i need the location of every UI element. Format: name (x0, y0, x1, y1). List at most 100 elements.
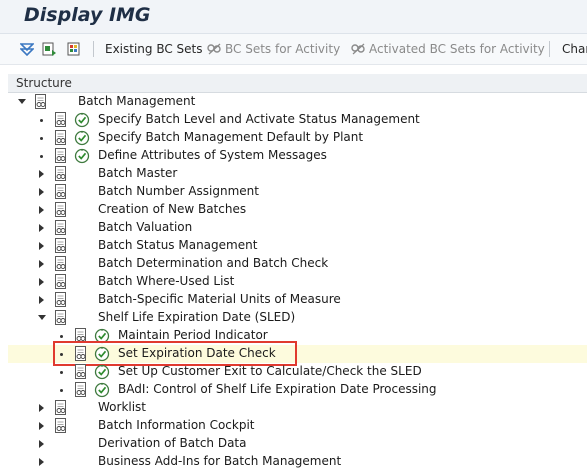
tree-activity[interactable]: Specify Batch Level and Activate Status … (8, 111, 587, 129)
tree-activity[interactable]: BAdI: Control of Shelf Life Expiration D… (8, 381, 587, 399)
expand-arrow-icon[interactable] (39, 404, 44, 412)
activated-bc-sets-button[interactable]: Activated BC Sets for Activity (350, 34, 545, 64)
documentation-icon[interactable] (74, 382, 87, 398)
tree-node-business-add-ins[interactable]: Business Add-Ins for Batch Management (8, 453, 587, 471)
expand-arrow-icon[interactable] (39, 224, 44, 232)
documentation-icon[interactable] (54, 256, 67, 272)
structure-tree: Batch Management Specify Batch Level and… (8, 93, 587, 471)
tree-node-batch-management[interactable]: Batch Management (8, 93, 587, 111)
application-toolbar: Existing BC Sets BC Sets for Activity Ac… (0, 34, 587, 65)
documentation-icon[interactable] (54, 400, 67, 416)
documentation-icon[interactable] (54, 166, 67, 182)
tree-node-label: Creation of New Batches (98, 202, 247, 216)
tree-node-label: Derivation of Batch Data (98, 436, 247, 450)
documentation-icon[interactable] (54, 310, 67, 326)
tree-node-label: Batch Determination and Batch Check (98, 256, 329, 270)
documentation-icon[interactable] (54, 292, 67, 308)
tree-node-label: Batch Information Cockpit (98, 418, 255, 432)
expand-arrow-icon[interactable] (18, 99, 26, 104)
tree-node-sled[interactable]: Shelf Life Expiration Date (SLED) (8, 309, 587, 327)
bullet-icon (60, 335, 63, 338)
clock-execute-icon[interactable] (74, 130, 90, 146)
tree-node-batch-information-cockpit[interactable]: Batch Information Cockpit (8, 417, 587, 435)
activated-bc-sets-label: Activated BC Sets for Activity (369, 42, 545, 56)
tree-activity[interactable]: Specify Batch Management Default by Plan… (8, 129, 587, 147)
bc-set-icon (351, 43, 365, 55)
documentation-icon[interactable] (54, 238, 67, 254)
tree-node-batch-number-assignment[interactable]: Batch Number Assignment (8, 183, 587, 201)
tree-node-batch-status-management[interactable]: Batch Status Management (8, 237, 587, 255)
bc-set-select-icon (42, 42, 56, 56)
documentation-icon[interactable] (54, 274, 67, 290)
tree-node-label: Batch-Specific Material Units of Measure (98, 292, 341, 306)
tree-node-label: Specify Batch Level and Activate Status … (98, 112, 420, 126)
tree-node-worklist[interactable]: Worklist (8, 399, 587, 417)
clock-execute-icon[interactable] (94, 364, 110, 380)
documentation-icon[interactable] (54, 220, 67, 236)
tree-node-label: Specify Batch Management Default by Plan… (98, 130, 364, 144)
bc-set-select-button[interactable] (41, 34, 57, 64)
bc-set-compare-button[interactable] (66, 34, 82, 64)
documentation-icon[interactable] (54, 148, 67, 164)
tree-node-label: Batch Where-Used List (98, 274, 235, 288)
documentation-icon[interactable] (54, 130, 67, 146)
tree-node-label: Batch Status Management (98, 238, 258, 252)
clock-execute-icon[interactable] (74, 112, 90, 128)
bc-sets-for-activity-button[interactable]: BC Sets for Activity (206, 34, 340, 64)
tree-node-batch-specific-uom[interactable]: Batch-Specific Material Units of Measure (8, 291, 587, 309)
tree-node-batch-master[interactable]: Batch Master (8, 165, 587, 183)
tree-node-label: Define Attributes of System Messages (98, 148, 327, 162)
bullet-icon (40, 119, 43, 122)
bc-sets-for-activity-label: BC Sets for Activity (225, 42, 341, 56)
expand-arrow-icon[interactable] (39, 278, 44, 286)
collapse-all-button[interactable] (20, 34, 34, 64)
tree-node-batch-valuation[interactable]: Batch Valuation (8, 219, 587, 237)
clock-execute-icon[interactable] (94, 382, 110, 398)
tree-node-label: Shelf Life Expiration Date (SLED) (98, 310, 296, 324)
bullet-icon (60, 389, 63, 392)
documentation-icon[interactable] (54, 112, 67, 128)
documentation-icon[interactable] (54, 418, 67, 434)
existing-bc-sets-button[interactable]: Existing BC Sets (105, 34, 203, 64)
expand-arrow-icon[interactable] (38, 315, 46, 320)
structure-header-label: Structure (16, 76, 72, 90)
expand-arrow-icon[interactable] (39, 206, 44, 214)
expand-arrow-icon[interactable] (39, 440, 44, 448)
tree-node-label: Maintain Period Indicator (118, 328, 268, 342)
tree-node-label: Batch Management (78, 94, 196, 108)
tree-node-batch-determination[interactable]: Batch Determination and Batch Check (8, 255, 587, 273)
tree-activity[interactable]: Set Up Customer Exit to Calculate/Check … (8, 363, 587, 381)
tree-node-label: Batch Valuation (98, 220, 193, 234)
documentation-icon[interactable] (54, 202, 67, 218)
bc-set-icon (207, 43, 221, 55)
tree-node-label: Batch Master (98, 166, 178, 180)
collapse-all-icon (20, 43, 34, 56)
expand-arrow-icon[interactable] (39, 422, 44, 430)
documentation-icon[interactable] (34, 94, 47, 110)
toolbar-separator (549, 41, 550, 57)
bullet-icon (40, 155, 43, 158)
tree-node-label: Business Add-Ins for Batch Management (98, 454, 342, 468)
tree-node-derivation-of-batch-data[interactable]: Derivation of Batch Data (8, 435, 587, 453)
expand-arrow-icon[interactable] (39, 188, 44, 196)
expand-arrow-icon[interactable] (39, 458, 44, 466)
tree-activity-selected[interactable]: Set Expiration Date Check (8, 341, 587, 366)
bullet-icon (60, 371, 63, 374)
bc-set-compare-icon (67, 42, 80, 56)
tree-node-label: Worklist (98, 400, 147, 414)
clock-execute-icon[interactable] (74, 148, 90, 164)
documentation-icon[interactable] (54, 184, 67, 200)
bullet-icon (40, 137, 43, 140)
expand-arrow-icon[interactable] (39, 242, 44, 250)
tree-node-creation-of-new-batches[interactable]: Creation of New Batches (8, 201, 587, 219)
tree-node-label: Set Up Customer Exit to Calculate/Check … (118, 364, 422, 378)
documentation-icon[interactable] (74, 364, 87, 380)
tree-activity[interactable]: Define Attributes of System Messages (8, 147, 587, 165)
toolbar-separator (93, 41, 94, 57)
change-button[interactable]: Char (562, 34, 587, 64)
expand-arrow-icon[interactable] (39, 260, 44, 268)
tree-node-label: Batch Number Assignment (98, 184, 259, 198)
expand-arrow-icon[interactable] (39, 296, 44, 304)
tree-node-batch-where-used-list[interactable]: Batch Where-Used List (8, 273, 587, 291)
expand-arrow-icon[interactable] (39, 170, 44, 178)
